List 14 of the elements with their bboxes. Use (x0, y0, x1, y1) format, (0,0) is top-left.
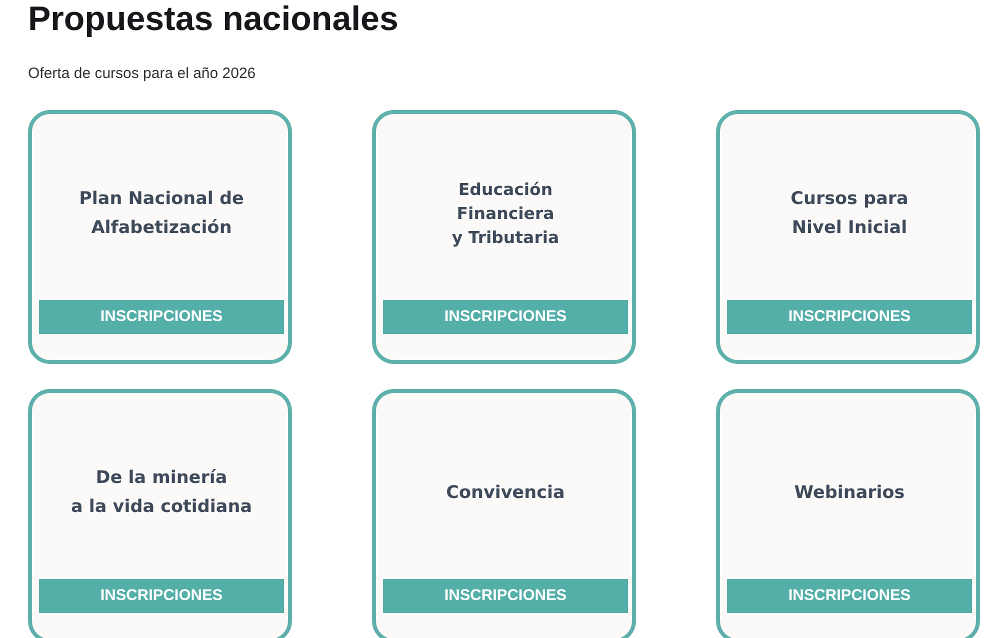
course-title: Educación Financiera y Tributaria (452, 179, 560, 249)
course-title: De la minería a la vida cotidiana (71, 467, 252, 519)
course-title: Webinarios (794, 482, 905, 504)
signup-button[interactable]: INSCRIPCIONES (383, 579, 628, 613)
signup-button[interactable]: INSCRIPCIONES (727, 579, 972, 613)
page-heading: Propuestas nacionales (28, 0, 398, 38)
course-title: Cursos para Nivel Inicial (790, 188, 908, 240)
course-title: Convivencia (446, 482, 565, 504)
signup-button[interactable]: INSCRIPCIONES (39, 300, 284, 334)
signup-button[interactable]: INSCRIPCIONES (39, 579, 284, 613)
signup-button[interactable]: INSCRIPCIONES (727, 300, 972, 334)
page-subtitle: Oferta de cursos para el año 2026 (28, 64, 256, 84)
signup-button[interactable]: INSCRIPCIONES (383, 300, 628, 334)
course-title: Plan Nacional de Alfabetización (79, 188, 244, 240)
